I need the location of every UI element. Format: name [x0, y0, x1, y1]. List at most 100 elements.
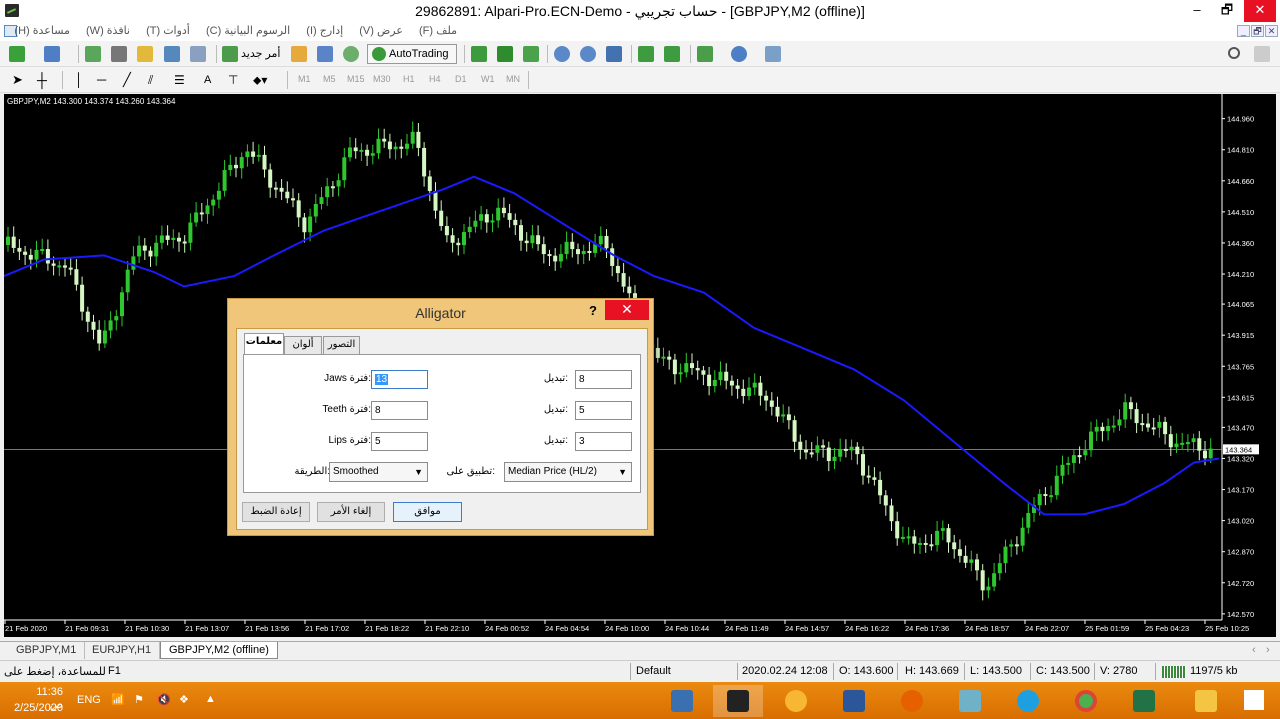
- lips-period-input[interactable]: 5: [371, 432, 428, 451]
- flag-icon[interactable]: ⚑: [134, 693, 144, 706]
- fibonacci-icon[interactable]: ☰: [174, 71, 185, 89]
- timeframe-m15[interactable]: M15: [347, 74, 365, 84]
- tab-gbpjpy-m2-offline[interactable]: GBPJPY,M2 (offline): [160, 642, 278, 659]
- tab-gbpjpy-m1[interactable]: GBPJPY,M1: [8, 642, 86, 659]
- tabs-scroll-right-icon[interactable]: ›: [1258, 642, 1278, 659]
- taskbar-internet-explorer[interactable]: [1003, 685, 1053, 717]
- signals-icon[interactable]: [343, 46, 359, 62]
- autotrading-button[interactable]: AutoTrading: [367, 44, 457, 64]
- chat-icon[interactable]: [1254, 46, 1270, 62]
- tab-eurjpy-h1[interactable]: EURJPY,H1: [84, 642, 161, 659]
- clock-date[interactable]: 2/25/2020: [14, 702, 63, 714]
- community-icon[interactable]: [317, 46, 333, 62]
- child-minimize-button[interactable]: _: [1237, 25, 1250, 37]
- taskbar-notes[interactable]: [945, 685, 995, 717]
- arrows-icon[interactable]: ⬥▾: [253, 71, 267, 89]
- menu-tools[interactable]: أدوات (T): [146, 25, 190, 37]
- candle-body: [695, 368, 700, 371]
- taskbar-word[interactable]: [829, 685, 879, 717]
- menu-help[interactable]: مساعدة (H): [14, 25, 70, 37]
- show-hidden-icons[interactable]: ▲: [205, 693, 216, 705]
- candlestick-chart-icon[interactable]: [497, 46, 513, 62]
- dialog-help-button[interactable]: ?: [589, 303, 597, 318]
- teeth-shift-input[interactable]: 5: [575, 401, 632, 420]
- volume-muted-icon[interactable]: 🔇: [157, 693, 171, 706]
- search-icon[interactable]: [1228, 47, 1240, 59]
- taskbar-chrome[interactable]: [1061, 685, 1111, 717]
- tab-colors[interactable]: ألوان: [284, 336, 322, 354]
- line-chart-icon[interactable]: [523, 46, 539, 62]
- reset-button[interactable]: إعادة الضبط: [242, 502, 310, 522]
- candle-body: [889, 505, 894, 522]
- maximize-button[interactable]: 🗗: [1212, 0, 1242, 22]
- new-order-button[interactable]: أمر جديد: [241, 45, 280, 63]
- trendline-icon[interactable]: ╱: [123, 71, 131, 89]
- text-label-icon[interactable]: ⊤: [228, 71, 238, 89]
- timeframe-h1[interactable]: H1: [403, 74, 415, 84]
- bar-chart-icon[interactable]: [471, 46, 487, 62]
- apply-to-select[interactable]: Median Price (HL/2) ▼: [504, 462, 632, 482]
- autoscroll-icon[interactable]: [664, 46, 680, 62]
- cursor-icon[interactable]: ➤: [12, 71, 23, 89]
- jaws-shift-input[interactable]: 8: [575, 370, 632, 389]
- child-close-button[interactable]: ✕: [1265, 25, 1278, 37]
- timeframe-d1[interactable]: D1: [455, 74, 467, 84]
- menu-insert[interactable]: إدارج (I): [306, 25, 343, 37]
- minimize-button[interactable]: –: [1182, 0, 1212, 22]
- tab-visualization[interactable]: التصور: [323, 336, 360, 354]
- candle-body: [564, 241, 569, 255]
- tab-parameters[interactable]: معلمات: [244, 333, 284, 355]
- timeframe-m1[interactable]: M1: [298, 74, 311, 84]
- jaws-period-input[interactable]: 13: [371, 370, 428, 389]
- teeth-period-input[interactable]: 8: [371, 401, 428, 420]
- taskbar-explorer[interactable]: [1181, 685, 1231, 717]
- taskbar-settings[interactable]: [771, 685, 821, 717]
- language-indicator[interactable]: ENG: [77, 694, 101, 706]
- timeframe-m30[interactable]: M30: [373, 74, 391, 84]
- terminal-icon[interactable]: [164, 46, 180, 62]
- menu-file[interactable]: ملف (F): [419, 25, 457, 37]
- metaeditor-icon[interactable]: [291, 46, 307, 62]
- zoom-in-icon[interactable]: [554, 46, 570, 62]
- taskbar-firefox[interactable]: [887, 685, 937, 717]
- menu-window[interactable]: نافذة (W): [86, 25, 130, 37]
- chart-shift-icon[interactable]: [638, 46, 654, 62]
- method-select[interactable]: Smoothed ▼: [329, 462, 428, 482]
- windows-start-button[interactable]: [1230, 685, 1280, 717]
- vertical-line-icon[interactable]: │: [75, 71, 83, 89]
- zoom-out-icon[interactable]: [580, 46, 596, 62]
- taskbar-file-manager[interactable]: [657, 685, 707, 717]
- timeframe-h4[interactable]: H4: [429, 74, 441, 84]
- new-order-icon[interactable]: [222, 46, 238, 62]
- lips-shift-input[interactable]: 3: [575, 432, 632, 451]
- strategy-tester-icon[interactable]: [190, 46, 206, 62]
- market-watch-icon[interactable]: [85, 46, 101, 62]
- cancel-button[interactable]: إلغاء الأمر: [317, 502, 385, 522]
- horizontal-line-icon[interactable]: ─: [97, 71, 106, 89]
- tile-windows-icon[interactable]: [606, 46, 622, 62]
- new-chart-icon[interactable]: [9, 46, 25, 62]
- timeframe-mn[interactable]: MN: [506, 74, 520, 84]
- network-icon[interactable]: 📶: [111, 693, 125, 706]
- dropbox-icon[interactable]: ❖: [179, 693, 189, 706]
- taskbar-excel[interactable]: [1119, 685, 1169, 717]
- dialog-close-button[interactable]: ✕: [605, 300, 649, 320]
- candle-body: [302, 217, 307, 233]
- timeframe-w1[interactable]: W1: [481, 74, 495, 84]
- text-tool[interactable]: A: [204, 71, 211, 89]
- close-button[interactable]: ✕: [1244, 0, 1276, 22]
- navigator-icon[interactable]: [137, 46, 153, 62]
- menu-charts[interactable]: الرسوم البيانية (C): [206, 25, 290, 37]
- taskbar-metatrader[interactable]: [713, 685, 763, 717]
- periods-icon[interactable]: [731, 46, 747, 62]
- templates-icon[interactable]: [765, 46, 781, 62]
- indicators-icon[interactable]: [697, 46, 713, 62]
- timeframe-m5[interactable]: M5: [323, 74, 336, 84]
- menu-view[interactable]: عرض (V): [359, 25, 403, 37]
- crosshair-icon[interactable]: ┼: [37, 71, 47, 89]
- child-restore-button[interactable]: 🗗: [1251, 25, 1264, 37]
- crosshair-nav-icon[interactable]: [111, 46, 127, 62]
- profiles-icon[interactable]: [44, 46, 60, 62]
- channel-icon[interactable]: ⫽: [148, 71, 153, 89]
- ok-button[interactable]: موافق: [393, 502, 462, 522]
